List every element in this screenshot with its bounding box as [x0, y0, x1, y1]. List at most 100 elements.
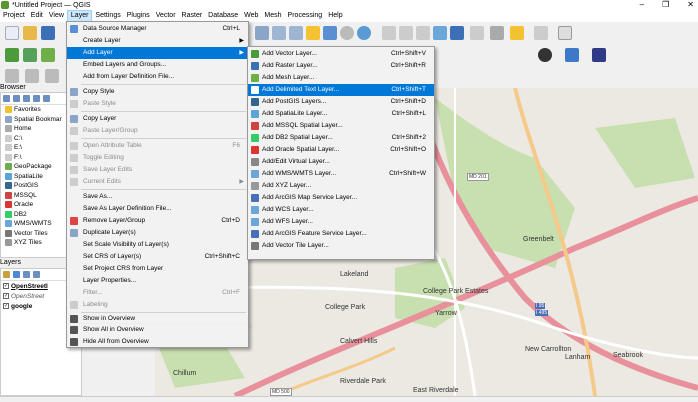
- menu-add-db2-layer[interactable]: Add DB2 Spatial Layer... Ctrl+Shift+2: [248, 132, 434, 144]
- calculator-icon[interactable]: [450, 26, 464, 40]
- gear-icon[interactable]: [433, 26, 447, 40]
- menu-open-attribute-table[interactable]: Open Attribute Table F6: [67, 140, 248, 152]
- menu-show-all-in-overview[interactable]: Show All in Overview: [67, 324, 248, 336]
- add-vector-icon[interactable]: [5, 48, 19, 62]
- menu-add-raster-layer[interactable]: Add Raster Layer... Ctrl+Shift+R: [248, 60, 434, 72]
- new-project-icon[interactable]: [5, 26, 19, 40]
- layer-dropdown-icon[interactable]: [25, 69, 39, 83]
- filter-icon[interactable]: [23, 95, 30, 102]
- menu-add-layer[interactable]: Add Layer ▶: [67, 47, 248, 59]
- bookmark-icon[interactable]: [323, 26, 337, 40]
- zoom-icon[interactable]: [255, 26, 269, 40]
- menu-paste-layer[interactable]: Paste Layer/Group: [67, 125, 248, 137]
- group-icon[interactable]: [45, 69, 59, 83]
- text-annotation-icon[interactable]: [558, 26, 572, 40]
- map-tips-icon[interactable]: [534, 26, 548, 40]
- menu-processing[interactable]: Processing: [285, 10, 326, 22]
- menu-save-as-layer-definition[interactable]: Save As Layer Definition File...: [67, 203, 248, 215]
- menu-add-vector-layer[interactable]: Add Vector Layer... Ctrl+Shift+V: [248, 48, 434, 60]
- menu-add-mssql-layer[interactable]: Add MSSQL Spatial Layer...: [248, 120, 434, 132]
- plugin-icon[interactable]: [538, 48, 552, 62]
- filter-icon[interactable]: [33, 271, 40, 278]
- close-button[interactable]: ✕: [687, 0, 694, 10]
- menu-view[interactable]: View: [46, 10, 67, 22]
- attribute-table-icon[interactable]: [399, 26, 413, 40]
- plugin-manager-icon[interactable]: [592, 48, 606, 62]
- menu-mesh[interactable]: Mesh: [261, 10, 284, 22]
- menu-embed-layers[interactable]: Embed Layers and Groups...: [67, 59, 248, 71]
- zoom-out-icon[interactable]: [289, 26, 303, 40]
- menu-filter[interactable]: Filter... Ctrl+F: [67, 287, 248, 299]
- menu-copy-style[interactable]: Copy Style: [67, 86, 248, 98]
- paste-style-icon: [70, 99, 78, 108]
- layer-checkbox[interactable]: ✓: [3, 283, 9, 289]
- qgis-logo-icon: [1, 1, 9, 9]
- layer-style-icon[interactable]: [5, 69, 19, 83]
- menu-add-postgis-layers[interactable]: Add PostGIS Layers... Ctrl+Shift+D: [248, 96, 434, 108]
- menu-add-arcgis-map-service[interactable]: Add ArcGIS Map Service Layer...: [248, 192, 434, 204]
- collapse-icon[interactable]: [33, 95, 40, 102]
- refresh-icon[interactable]: [3, 95, 10, 102]
- menu-edit[interactable]: Edit: [28, 10, 46, 22]
- menu-add-arcgis-feature-service[interactable]: Add ArcGIS Feature Service Layer...: [248, 228, 434, 240]
- clock-icon[interactable]: [340, 26, 354, 40]
- menu-set-scale-visibility[interactable]: Set Scale Visibility of Layer(s): [67, 239, 248, 251]
- menu-add-virtual-layer[interactable]: Add/Edit Virtual Layer...: [248, 156, 434, 168]
- postgis-icon: [5, 182, 12, 190]
- menu-toggle-editing[interactable]: Toggle Editing: [67, 152, 248, 164]
- add-raster-icon[interactable]: [23, 48, 37, 62]
- menu-add-vector-tile-layer[interactable]: Add Vector Tile Layer...: [248, 240, 434, 252]
- layer-checkbox[interactable]: ✓: [3, 303, 9, 309]
- refresh-icon[interactable]: [357, 26, 371, 40]
- menu-add-mesh-layer[interactable]: Add Mesh Layer...: [248, 72, 434, 84]
- menu-add-xyz-layer[interactable]: Add XYZ Layer...: [248, 180, 434, 192]
- menu-labeling[interactable]: Labeling: [67, 299, 248, 311]
- menu-add-wms-layer[interactable]: Add WMS/WMTS Layer... Ctrl+Shift+W: [248, 168, 434, 180]
- menu-save-layer-edits[interactable]: Save Layer Edits: [67, 164, 248, 176]
- menu-set-project-crs[interactable]: Set Project CRS from Layer: [67, 263, 248, 275]
- menu-show-in-overview[interactable]: Show in Overview: [67, 313, 248, 325]
- menu-copy-layer[interactable]: Copy Layer: [67, 113, 248, 125]
- visibility-icon[interactable]: [23, 271, 30, 278]
- layer-menu-dropdown: Data Source Manager Ctrl+L Create Layer ▶ …: [66, 21, 249, 325]
- add-mesh-icon[interactable]: [41, 48, 55, 62]
- menu-add-spatialite-layer[interactable]: Add SpatiaLite Layer... Ctrl+Shift+L: [248, 108, 434, 120]
- add-selected-icon[interactable]: [13, 95, 20, 102]
- maximize-button[interactable]: ❐: [662, 0, 669, 10]
- statistics-icon[interactable]: [416, 26, 430, 40]
- title-bar: *Untitled Project — QGIS – ❐ ✕: [0, 0, 698, 10]
- layer-checkbox[interactable]: ✓: [3, 293, 9, 299]
- menu-save-as[interactable]: Save As...: [67, 191, 248, 203]
- style-icon[interactable]: [3, 271, 10, 278]
- oracle-icon: [5, 201, 12, 209]
- menu-remove-layer[interactable]: Remove Layer/Group Ctrl+D: [67, 215, 248, 227]
- menu-project[interactable]: Project: [0, 10, 28, 22]
- minimize-button[interactable]: –: [640, 0, 644, 10]
- menu-set-crs[interactable]: Set CRS of Layer(s) Ctrl+Shift+C: [67, 251, 248, 263]
- menu-layer-properties[interactable]: Layer Properties...: [67, 275, 248, 287]
- menu-data-source-manager[interactable]: Data Source Manager Ctrl+L: [67, 23, 248, 35]
- menu-add-wcs-layer[interactable]: Add WCS Layer...: [248, 204, 434, 216]
- menu-hide-all-from-overview[interactable]: Hide All from Overview: [67, 336, 248, 348]
- open-project-icon[interactable]: [23, 26, 37, 40]
- db2-icon: [251, 133, 259, 142]
- menu-duplicate-layer[interactable]: Duplicate Layer(s): [67, 227, 248, 239]
- save-project-icon[interactable]: [41, 26, 55, 40]
- menu-add-layer-definition[interactable]: Add from Layer Definition File...: [67, 71, 248, 83]
- menu-add-delimited-text-layer[interactable]: Add Delimited Text Layer... Ctrl+Shift+T: [248, 84, 434, 96]
- menu-add-oracle-layer[interactable]: Add Oracle Spatial Layer... Ctrl+Shift+O: [248, 144, 434, 156]
- measure-icon[interactable]: [490, 26, 504, 40]
- menu-help[interactable]: Help: [325, 10, 345, 22]
- identify-icon[interactable]: [382, 26, 396, 40]
- add-group-icon[interactable]: [13, 271, 20, 278]
- menu-current-edits[interactable]: Current Edits ▶: [67, 176, 248, 188]
- menu-add-wfs-layer[interactable]: Add WFS Layer...: [248, 216, 434, 228]
- zoom-in-icon[interactable]: [272, 26, 286, 40]
- menu-create-layer[interactable]: Create Layer ▶: [67, 35, 248, 47]
- sum-icon[interactable]: [470, 26, 484, 40]
- info-icon[interactable]: [43, 95, 50, 102]
- menu-paste-style[interactable]: Paste Style: [67, 98, 248, 110]
- zoom-layer-icon[interactable]: [306, 26, 320, 40]
- select-icon[interactable]: [510, 26, 524, 40]
- python-icon[interactable]: [565, 48, 579, 62]
